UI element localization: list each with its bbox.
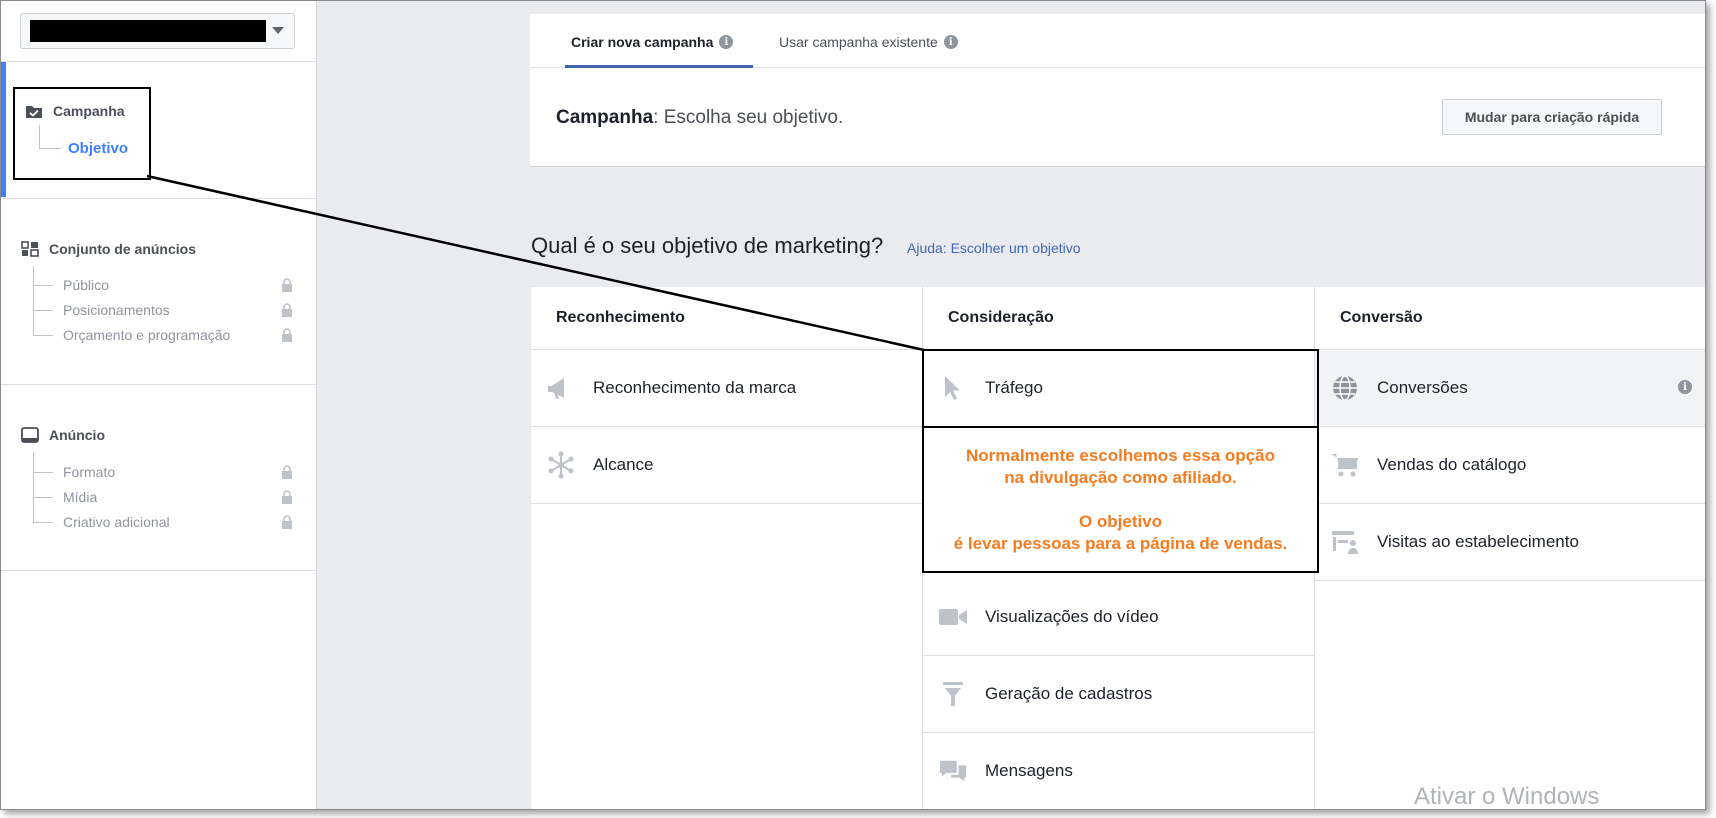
annotation-note: Normalmente escolhemos essa opção na div…: [922, 426, 1319, 573]
divider: [1, 198, 316, 199]
objective-messages[interactable]: Mensagens: [923, 733, 1314, 809]
objective-video-views[interactable]: Visualizações do vídeo: [923, 579, 1314, 656]
tree-line: [33, 452, 34, 523]
tab-criar-nova-campanha[interactable]: Criar nova campanha i: [571, 34, 734, 50]
column-header: Conversão: [1315, 287, 1705, 350]
active-indicator: [1, 62, 6, 197]
objective-catalog-sales[interactable]: Vendas do catálogo: [1315, 427, 1705, 504]
divider: [1, 384, 316, 385]
funnel-icon: [943, 682, 963, 706]
divider: [1, 570, 316, 571]
lock-icon: [282, 490, 292, 504]
column-header: Reconhecimento: [531, 287, 922, 350]
ad-icon: [21, 427, 39, 443]
annotation-box-campanha: [13, 87, 151, 180]
column-header: Consideração: [923, 287, 1314, 350]
annotation-box-trafego: [922, 349, 1319, 428]
chevron-down-icon: [272, 27, 284, 34]
campaign-objective-heading: Campanha: Escolha seu objetivo.: [556, 107, 844, 128]
info-icon[interactable]: i: [1678, 380, 1692, 394]
store-icon: [1332, 531, 1358, 554]
lock-icon: [282, 465, 292, 479]
active-tab-indicator: [565, 65, 753, 68]
lock-icon: [282, 278, 292, 292]
windows-activation-watermark: Ativar o Windows: [1414, 783, 1600, 810]
sidebar-item-publico[interactable]: Público: [33, 277, 109, 293]
quick-creation-button[interactable]: Mudar para criação rápida: [1442, 99, 1662, 135]
sidebar: Campanha Objetivo Conjunto de anúncios P…: [1, 1, 317, 809]
objective-brand-awareness[interactable]: Reconhecimento da marca: [531, 350, 922, 427]
lock-icon: [282, 328, 292, 342]
sidebar-item-criativo[interactable]: Criativo adicional: [33, 514, 170, 530]
megaphone-icon: [548, 378, 564, 399]
column-conversao: Conversão Conversões i Vendas do catálog…: [1315, 287, 1705, 809]
objective-store-visits[interactable]: Visitas ao estabelecimento: [1315, 504, 1705, 581]
sidebar-item-anuncio[interactable]: Anúncio: [21, 427, 105, 443]
app-window: Campanha Objetivo Conjunto de anúncios P…: [0, 0, 1706, 810]
account-select[interactable]: [20, 13, 295, 49]
sidebar-item-conjunto[interactable]: Conjunto de anúncios: [21, 241, 196, 257]
column-reconhecimento: Reconhecimento Reconhecimento da marca A…: [531, 287, 922, 809]
sidebar-item-label: Anúncio: [49, 427, 105, 443]
sidebar-item-formato[interactable]: Formato: [33, 464, 115, 480]
redacted-account-name: [30, 20, 266, 42]
objective-conversions[interactable]: Conversões i: [1315, 350, 1705, 427]
video-camera-icon: [939, 609, 967, 625]
info-icon[interactable]: i: [719, 35, 734, 49]
marketing-objective-question: Qual é o seu objetivo de marketing?: [531, 233, 884, 258]
sidebar-item-label: Conjunto de anúncios: [49, 241, 196, 257]
shopping-cart-icon: [1331, 454, 1358, 477]
help-link[interactable]: Ajuda: Escolher um objetivo: [907, 240, 1081, 256]
sidebar-item-midia[interactable]: Mídia: [33, 489, 97, 505]
sidebar-item-posicionamentos[interactable]: Posicionamentos: [33, 302, 170, 318]
sidebar-item-orcamento[interactable]: Orçamento e programação: [33, 327, 230, 343]
tab-usar-campanha-existente[interactable]: Usar campanha existente i: [779, 34, 958, 50]
chat-bubbles-icon: [939, 760, 967, 782]
objective-lead-generation[interactable]: Geração de cadastros: [923, 656, 1314, 733]
lock-icon: [282, 303, 292, 317]
grid-icon: [21, 241, 39, 257]
info-icon[interactable]: i: [943, 35, 958, 49]
objective-reach[interactable]: Alcance: [531, 427, 922, 504]
divider: [1, 61, 316, 62]
campaign-card: Criar nova campanha i Usar campanha exis…: [530, 14, 1705, 167]
reach-icon: [548, 451, 574, 479]
lock-icon: [282, 515, 292, 529]
globe-icon: [1333, 375, 1357, 401]
